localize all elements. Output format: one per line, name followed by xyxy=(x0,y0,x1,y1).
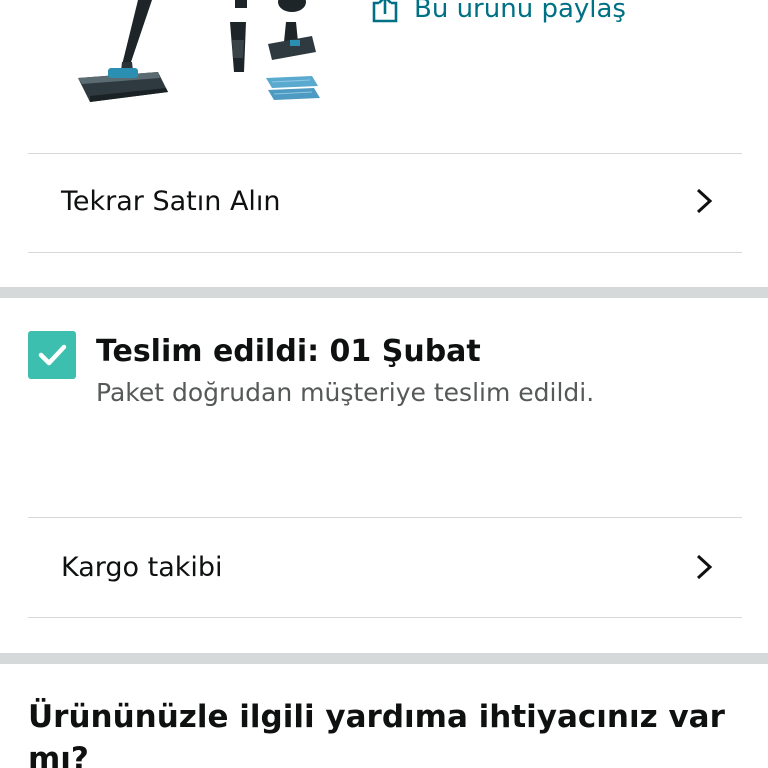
share-product-link[interactable]: Bu ürünü paylaş xyxy=(370,0,626,24)
chevron-right-icon xyxy=(696,554,713,580)
share-icon xyxy=(372,0,398,23)
chevron-right-icon xyxy=(696,188,713,214)
order-details-page: Bu ürünü paylaş Tekrar Satın Alın Teslim… xyxy=(0,0,768,768)
share-link-label: Bu ürünü paylaş xyxy=(414,0,626,24)
delivery-status-subtitle: Paket doğrudan müşteriye teslim edildi. xyxy=(96,378,595,407)
section-separator xyxy=(0,287,768,298)
help-section-title: Ürününüzle ilgili yardıma ihtiyacınız va… xyxy=(28,699,725,768)
section-separator xyxy=(0,653,768,664)
divider xyxy=(28,617,742,618)
tracking-label: Kargo takibi xyxy=(61,551,223,583)
product-image[interactable] xyxy=(60,0,340,115)
delivery-status-title: Teslim edildi: 01 Şubat xyxy=(96,334,481,369)
buy-again-row[interactable]: Tekrar Satın Alın xyxy=(28,152,742,250)
tracking-row[interactable]: Kargo takibi xyxy=(28,518,742,616)
divider xyxy=(28,252,742,253)
buy-again-label: Tekrar Satın Alın xyxy=(61,185,281,217)
delivered-check-icon xyxy=(28,331,76,379)
